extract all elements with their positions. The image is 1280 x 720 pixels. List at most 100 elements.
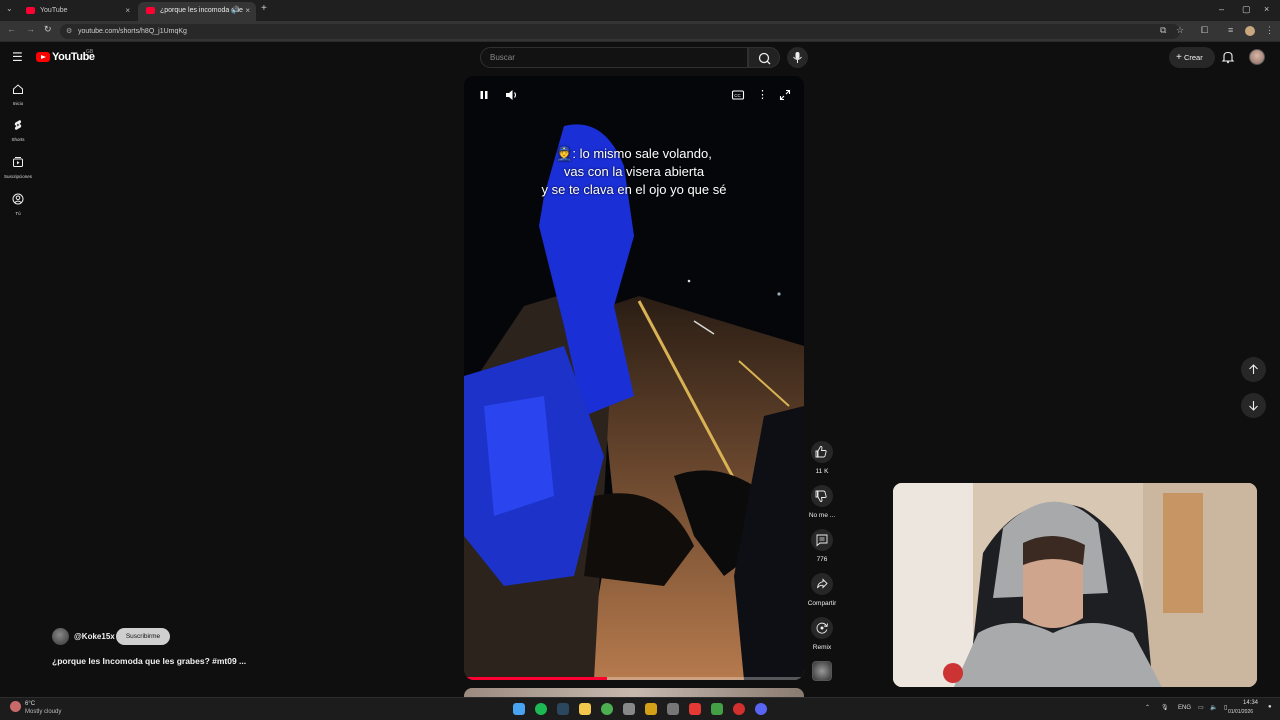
profile-avatar-icon[interactable]: [1245, 26, 1255, 36]
weather-icon[interactable]: [10, 701, 21, 712]
sound-thumbnail[interactable]: [812, 661, 832, 681]
captions-icon[interactable]: CC: [731, 89, 745, 101]
channel-avatar[interactable]: [52, 628, 69, 645]
video-progress-fill: [464, 677, 607, 680]
comments-button[interactable]: 776: [807, 529, 837, 563]
notifications-tray-icon[interactable]: ●: [1268, 704, 1272, 710]
youtube-logo-icon[interactable]: [36, 52, 50, 62]
voice-search-button[interactable]: [787, 47, 808, 68]
app-icon[interactable]: [711, 703, 723, 715]
address-bar[interactable]: ⚙ youtube.com/shorts/h8Q_j1UmqKg: [60, 24, 1180, 39]
remix-button[interactable]: Remix: [807, 617, 837, 651]
hamburger-menu-icon[interactable]: ☰: [12, 50, 23, 64]
audio-playing-icon[interactable]: 🔊: [231, 2, 240, 19]
dislike-button[interactable]: No me ...: [807, 485, 837, 519]
tab-short-video[interactable]: ¿porque les incomoda que 🔊 ×: [138, 2, 256, 21]
like-button[interactable]: 11 K: [807, 441, 837, 475]
like-count: 11 K: [815, 468, 829, 475]
youtube-favicon-icon: [26, 7, 35, 14]
minimize-button[interactable]: –: [1219, 4, 1224, 14]
sidebar-item-label: Suscripciones: [3, 174, 32, 179]
browser-menu-icon[interactable]: ⋮: [1265, 25, 1274, 36]
svg-text:CC: CC: [734, 93, 741, 98]
open-in-app-icon[interactable]: ⧉: [1160, 25, 1166, 36]
start-menu-icon[interactable]: [513, 703, 525, 715]
new-tab-button[interactable]: +: [261, 3, 267, 14]
tab-close-icon[interactable]: ×: [125, 2, 130, 19]
search-input[interactable]: Buscar: [480, 47, 748, 68]
dislike-label: No me ...: [808, 512, 836, 519]
file-explorer-icon[interactable]: [579, 703, 591, 715]
bookmark-star-icon[interactable]: ☆: [1176, 25, 1184, 36]
video-progress-bar[interactable]: [464, 677, 804, 680]
plus-icon: +: [1176, 52, 1182, 63]
search-button[interactable]: [748, 47, 780, 68]
youtube-app-icon[interactable]: [689, 703, 701, 715]
channel-handle[interactable]: @Koke15x: [74, 632, 115, 641]
remix-icon: [811, 617, 833, 639]
shorts-video-player[interactable]: CC ⋮ 👮: lo mismo sale volando, vas con l…: [464, 76, 804, 680]
tab-close-icon[interactable]: ×: [245, 2, 250, 19]
mic-tray-icon[interactable]: 🎙: [1161, 704, 1169, 711]
webcam-feed-image: [893, 483, 1257, 687]
webcam-overlay: [892, 482, 1258, 688]
tray-overflow-icon[interactable]: ⌃: [1145, 704, 1150, 711]
fullscreen-icon[interactable]: [779, 89, 791, 101]
extensions-icon[interactable]: ⧠: [1201, 25, 1208, 36]
sidebar-item-you[interactable]: Tú: [0, 192, 36, 216]
reload-icon[interactable]: ↻: [44, 24, 52, 35]
youtube-favicon-icon: [146, 7, 155, 14]
short-title[interactable]: ¿porque les Incomoda que les grabes? #mt…: [52, 656, 246, 666]
back-arrow-icon[interactable]: ←: [7, 24, 16, 34]
sidebar-item-suscripciones[interactable]: Suscripciones: [0, 155, 36, 179]
tab-search-icon[interactable]: ⌄: [6, 4, 13, 13]
pause-icon[interactable]: [478, 89, 490, 101]
arrow-down-icon: [1249, 401, 1258, 411]
close-window-button[interactable]: ×: [1264, 4, 1269, 14]
sidebar-item-inicio[interactable]: Inicio: [0, 82, 36, 106]
site-info-icon[interactable]: ⚙: [66, 24, 72, 39]
subtitle-line-2: vas con la visera abierta: [563, 164, 705, 179]
steam-icon[interactable]: [557, 703, 569, 715]
share-label: Compartir: [807, 600, 837, 607]
dislike-icon: [811, 485, 833, 507]
language-indicator[interactable]: ENG: [1178, 705, 1191, 711]
share-button[interactable]: Compartir: [807, 573, 837, 607]
app-icon[interactable]: [733, 703, 745, 715]
reading-list-icon[interactable]: ≡: [1228, 25, 1233, 35]
create-button[interactable]: + Crear: [1169, 47, 1215, 68]
like-icon: [811, 441, 833, 463]
app-icon[interactable]: [667, 703, 679, 715]
app-icon[interactable]: [623, 703, 635, 715]
forward-arrow-icon[interactable]: →: [26, 24, 35, 34]
subtitle-line-1: 👮: lo mismo sale volando,: [556, 146, 712, 161]
shorts-icon: [14, 120, 22, 130]
home-icon: [13, 84, 23, 94]
sidebar-item-shorts[interactable]: Shorts: [0, 118, 36, 142]
notifications-bell-icon[interactable]: [1221, 50, 1235, 64]
weather-temperature[interactable]: 6°C: [25, 701, 35, 707]
sidebar-item-label: Inicio: [12, 101, 24, 106]
clock-date[interactable]: 01/01/2026: [1228, 709, 1253, 715]
more-options-icon[interactable]: ⋮: [757, 88, 768, 101]
account-avatar[interactable]: [1249, 49, 1265, 65]
spotify-icon[interactable]: [535, 703, 547, 715]
previous-short-button[interactable]: [1241, 357, 1266, 382]
windows-taskbar: 6°C Mostly cloudy ⌃ 🎙 ENG ▭ 🔈 ▯ 14:34 01…: [0, 697, 1280, 720]
discord-icon[interactable]: [755, 703, 767, 715]
app-icon[interactable]: [645, 703, 657, 715]
subscribe-button[interactable]: Suscribirme: [116, 628, 170, 645]
next-short-button[interactable]: [1241, 393, 1266, 418]
logo-country-code: GB: [86, 49, 94, 55]
you-icon: [12, 193, 24, 205]
weather-description[interactable]: Mostly cloudy: [25, 709, 61, 715]
clock-time[interactable]: 14:34: [1243, 700, 1258, 706]
volume-icon[interactable]: [505, 89, 519, 101]
battery-icon[interactable]: ▯: [1224, 704, 1227, 711]
volume-tray-icon[interactable]: 🔈: [1210, 704, 1217, 711]
youtube-header: ☰ YouTube GB Buscar + Crear: [0, 42, 1280, 74]
network-icon[interactable]: ▭: [1198, 704, 1204, 711]
chrome-icon[interactable]: [601, 703, 613, 715]
maximize-button[interactable]: ▢: [1242, 4, 1251, 15]
tab-youtube[interactable]: YouTube ×: [18, 2, 136, 21]
